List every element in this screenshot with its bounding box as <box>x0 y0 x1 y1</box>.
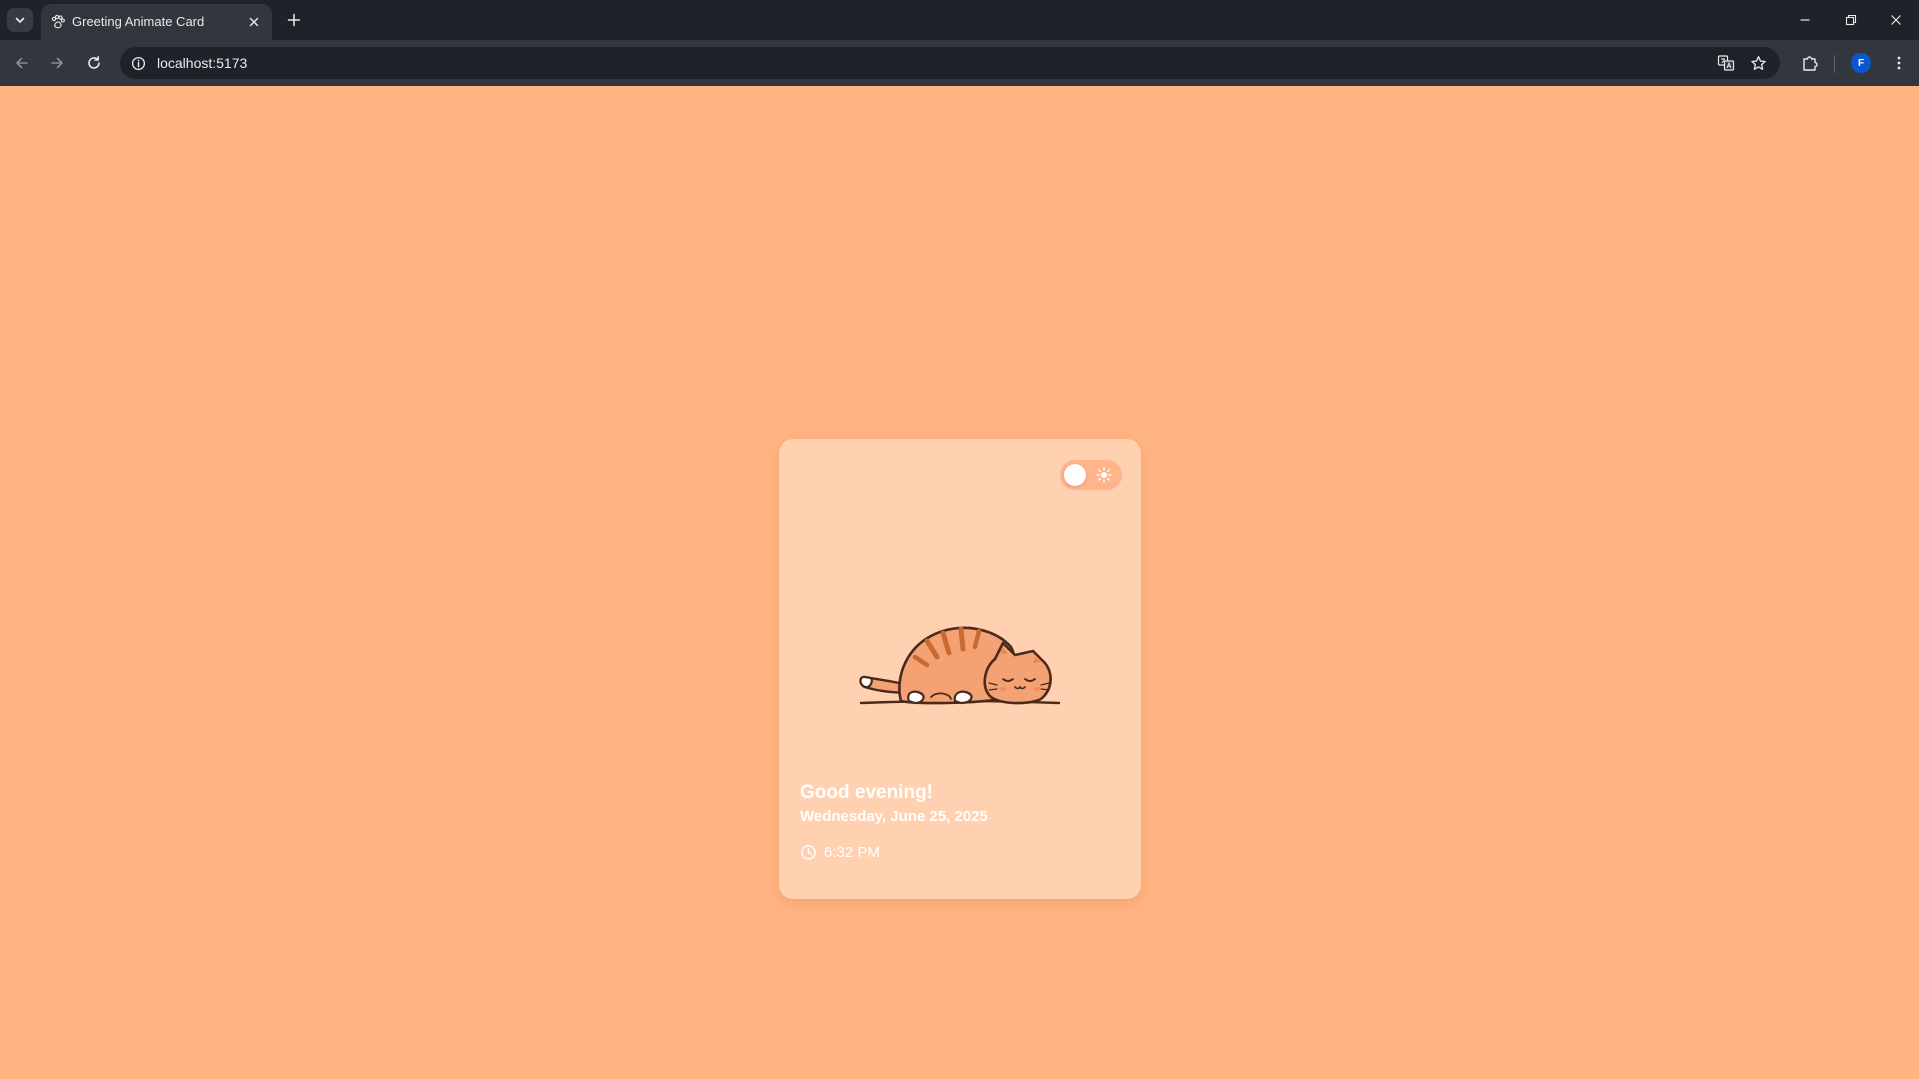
plus-icon <box>287 13 301 27</box>
translate-button[interactable] <box>1716 53 1736 73</box>
site-info-button[interactable] <box>128 53 148 73</box>
back-button[interactable] <box>9 50 35 76</box>
kebab-menu-icon <box>1897 56 1901 70</box>
restore-button[interactable] <box>1828 0 1874 40</box>
profile-avatar[interactable]: F <box>1851 53 1871 73</box>
address-bar[interactable]: localhost:5173 <box>120 47 1780 79</box>
tab-strip: Greeting Animate Card <box>0 0 1919 40</box>
new-tab-button[interactable] <box>282 8 306 32</box>
paw-icon <box>51 14 65 29</box>
browser-toolbar: localhost:5173 F <box>0 40 1919 86</box>
greeting-card: Good evening! Wednesday, June 25, 2025 6… <box>779 439 1141 899</box>
url-text[interactable]: localhost:5173 <box>157 55 247 71</box>
browser-menu-button[interactable] <box>1886 50 1912 76</box>
star-icon <box>1750 55 1766 70</box>
extensions-button[interactable] <box>1797 50 1823 76</box>
forward-button[interactable] <box>44 50 70 76</box>
theme-toggle[interactable] <box>1060 460 1122 490</box>
close-icon <box>1891 15 1901 25</box>
arrow-left-icon <box>16 57 28 69</box>
info-icon <box>131 56 145 70</box>
minimize-button[interactable] <box>1782 0 1828 40</box>
greeting-text: Good evening! <box>800 782 933 803</box>
chevron-down-icon <box>15 17 25 23</box>
page-viewport: Good evening! Wednesday, June 25, 2025 6… <box>0 86 1919 1079</box>
time-text: 6:32 PM <box>824 843 880 861</box>
clock-icon <box>801 844 816 860</box>
sleeping-cat-illustration <box>859 626 1061 705</box>
toggle-knob <box>1064 464 1086 486</box>
sun-icon <box>1096 467 1112 483</box>
bookmark-button[interactable] <box>1748 53 1768 73</box>
time-row: 6:32 PM <box>800 842 880 862</box>
toolbar-divider <box>1834 55 1835 73</box>
translate-icon <box>1717 55 1735 71</box>
reload-button[interactable] <box>81 50 107 76</box>
puzzle-icon <box>1803 56 1818 71</box>
reload-icon <box>88 56 100 69</box>
tab-title: Greeting Animate Card <box>72 14 205 29</box>
date-text: Wednesday, June 25, 2025 <box>800 808 988 825</box>
close-window-button[interactable] <box>1873 0 1919 40</box>
minimize-icon <box>1800 19 1810 21</box>
active-tab[interactable]: Greeting Animate Card <box>41 4 272 40</box>
arrow-right-icon <box>51 57 63 69</box>
tab-search-button[interactable] <box>7 8 33 32</box>
restore-icon <box>1845 14 1857 26</box>
close-tab-button[interactable] <box>244 12 264 32</box>
close-icon <box>249 17 259 27</box>
